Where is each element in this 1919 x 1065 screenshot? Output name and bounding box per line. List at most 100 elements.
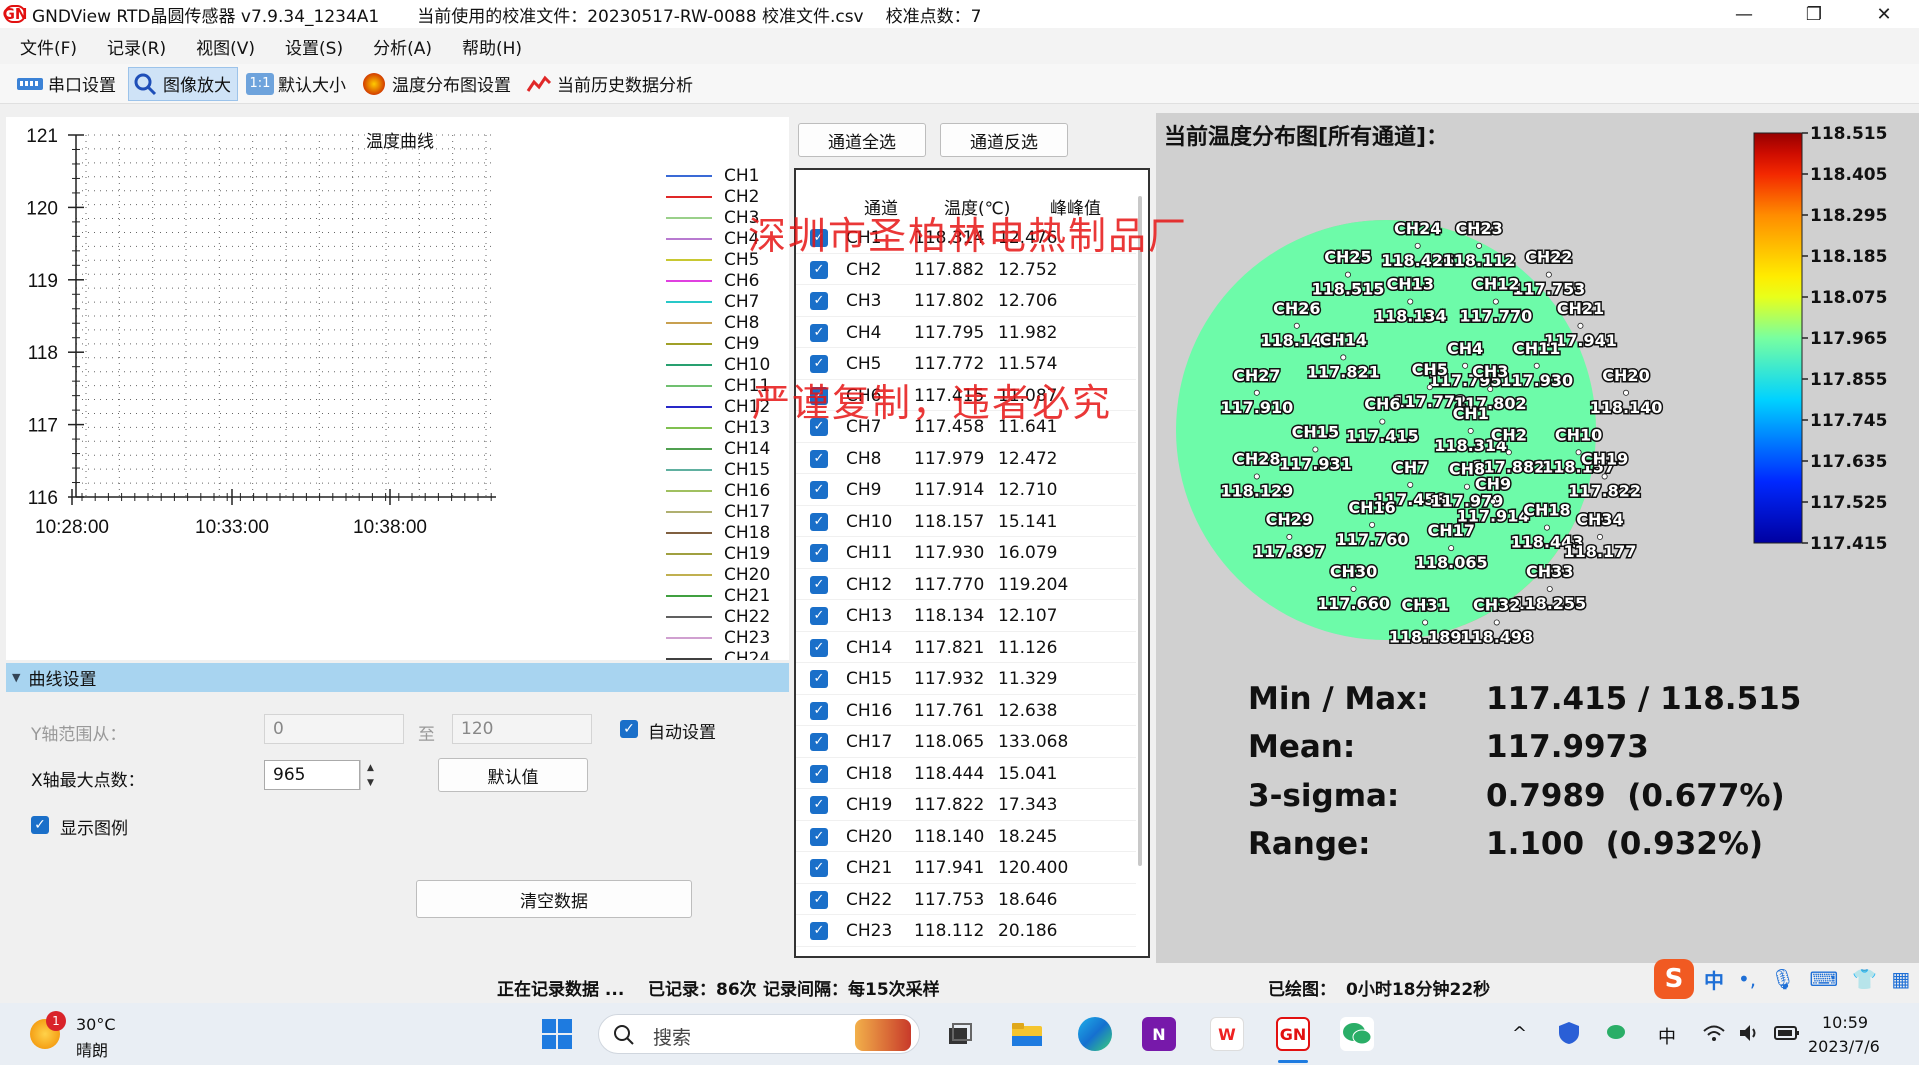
table-row[interactable]: ✓ CH5 117.772 11.574 (796, 348, 1136, 380)
default-size-button[interactable]: 1:1 默认大小 (244, 67, 352, 101)
history-analysis-button[interactable]: 当前历史数据分析 (523, 67, 699, 101)
channel-checkbox[interactable]: ✓ (810, 512, 828, 531)
dist-settings-button[interactable]: 温度分布图设置 (358, 67, 517, 101)
taskbar-search-box[interactable]: 搜索 (598, 1014, 920, 1054)
table-row[interactable]: ✓ CH3 117.802 12.706 (796, 285, 1136, 317)
table-row[interactable]: ✓ CH18 118.444 15.041 (796, 758, 1136, 789)
gndview-app-icon[interactable]: GN (1276, 1017, 1310, 1051)
table-row[interactable]: ✓ CH7 117.458 11.641 (796, 411, 1136, 443)
sensor-value: 118.134 (1374, 307, 1447, 326)
ime-skin-icon[interactable]: 👕 (1852, 967, 1877, 991)
volume-icon[interactable] (1738, 1023, 1762, 1048)
ime-punctuation-icon[interactable]: •, (1738, 967, 1756, 991)
channel-checkbox[interactable]: ✓ (810, 827, 828, 846)
channel-checkbox[interactable]: ✓ (810, 575, 828, 594)
channel-checkbox[interactable]: ✓ (810, 764, 828, 783)
menu-file[interactable]: 文件(F) (20, 34, 77, 59)
x-max-points-stepper[interactable]: ▲ ▼ (360, 760, 380, 790)
wechat-tray-icon[interactable] (1606, 1023, 1630, 1048)
close-button[interactable]: ✕ (1849, 0, 1919, 28)
x-max-points-input[interactable]: 965 (264, 760, 360, 790)
channel-checkbox[interactable]: ✓ (810, 733, 828, 751)
sogou-ime-icon[interactable]: S (1654, 959, 1694, 999)
ime-chinese-mode[interactable]: 中 (1704, 965, 1724, 994)
show-legend-checkbox[interactable]: ✓ (31, 816, 49, 834)
table-row[interactable]: ✓ CH22 117.753 18.646 (796, 884, 1136, 915)
channel-checkbox[interactable]: ✓ (810, 418, 828, 436)
channel-checkbox[interactable]: ✓ (810, 859, 828, 877)
table-row[interactable]: ✓ CH16 117.761 12.638 (796, 695, 1136, 726)
invert-channels-button[interactable]: 通道反选 (940, 123, 1068, 157)
wechat-icon[interactable] (1340, 1017, 1374, 1051)
table-row[interactable]: ✓ CH23 118.112 20.186 (796, 915, 1136, 947)
clock-date[interactable]: 2023/7/6 (1808, 1037, 1880, 1056)
channel-checkbox[interactable]: ✓ (810, 449, 828, 468)
table-row[interactable]: ✓ CH15 117.932 11.329 (796, 663, 1136, 695)
table-row[interactable]: ✓ CH1 118.314 12.476 (796, 222, 1136, 254)
wps-icon[interactable]: W (1210, 1017, 1244, 1051)
channel-checkbox[interactable]: ✓ (810, 670, 828, 688)
ime-indicator[interactable]: 中 (1658, 1023, 1676, 1049)
curve-settings-header[interactable]: ▼ 曲线设置 (6, 663, 789, 692)
y-range-to-input[interactable]: 120 (452, 714, 592, 744)
table-row[interactable]: ✓ CH6 117.415 11.087 (796, 380, 1136, 411)
ime-more-icon[interactable]: ▦ (1891, 967, 1910, 991)
table-row[interactable]: ✓ CH21 117.941 120.400 (796, 852, 1136, 884)
table-row[interactable]: ✓ CH10 118.157 15.141 (796, 506, 1136, 537)
channel-checkbox[interactable]: ✓ (810, 481, 828, 499)
menu-analysis[interactable]: 分析(A) (373, 34, 432, 59)
table-row[interactable]: ✓ CH8 117.979 12.472 (796, 443, 1136, 474)
file-explorer-icon[interactable] (1010, 1017, 1044, 1051)
edge-browser-icon[interactable] (1078, 1017, 1112, 1051)
channel-checkbox[interactable]: ✓ (810, 229, 828, 247)
table-row[interactable]: ✓ CH9 117.914 12.710 (796, 474, 1136, 506)
channel-checkbox[interactable]: ✓ (810, 323, 828, 342)
channel-checkbox[interactable]: ✓ (810, 796, 828, 814)
y-range-from-input[interactable]: 0 (264, 714, 404, 744)
table-row[interactable]: ✓ CH14 117.821 11.126 (796, 632, 1136, 663)
table-row[interactable]: ✓ CH2 117.882 12.752 (796, 254, 1136, 285)
channel-checkbox[interactable]: ✓ (810, 544, 828, 562)
menu-record[interactable]: 记录(R) (107, 34, 166, 59)
auto-set-checkbox[interactable]: ✓ (620, 720, 638, 738)
channel-checkbox[interactable]: ✓ (810, 355, 828, 373)
table-row[interactable]: ✓ CH19 117.822 17.343 (796, 789, 1136, 821)
restore-button[interactable]: ❐ (1779, 0, 1849, 28)
onenote-icon[interactable]: N (1142, 1017, 1176, 1051)
table-row[interactable]: ✓ CH17 118.065 133.068 (796, 726, 1136, 758)
channel-checkbox[interactable]: ✓ (810, 922, 828, 940)
table-row[interactable]: ✓ CH4 117.795 11.982 (796, 317, 1136, 348)
stepper-up-icon[interactable]: ▲ (367, 763, 374, 773)
serial-settings-button[interactable]: 串口设置 (14, 67, 122, 101)
select-all-channels-button[interactable]: 通道全选 (798, 123, 926, 157)
clock-time[interactable]: 10:59 (1822, 1013, 1868, 1032)
tray-expand-icon[interactable]: ^ (1512, 1023, 1527, 1044)
security-shield-icon[interactable] (1558, 1021, 1580, 1050)
clear-data-button[interactable]: 清空数据 (416, 880, 692, 918)
channel-checkbox[interactable]: ✓ (810, 386, 828, 405)
zoom-image-button[interactable]: 图像放大 (128, 66, 238, 101)
ime-keyboard-icon[interactable]: ⌨ (1810, 967, 1839, 991)
channel-checkbox[interactable]: ✓ (810, 701, 828, 720)
battery-icon[interactable] (1774, 1025, 1800, 1046)
table-scrollbar[interactable] (1138, 196, 1142, 866)
channel-checkbox[interactable]: ✓ (810, 638, 828, 657)
task-view-icon[interactable] (942, 1017, 976, 1051)
channel-checkbox[interactable]: ✓ (810, 292, 828, 310)
minimize-button[interactable]: — (1709, 0, 1779, 28)
windows-start-icon[interactable] (540, 1017, 574, 1051)
table-row[interactable]: ✓ CH12 117.770 119.204 (796, 569, 1136, 600)
menu-view[interactable]: 视图(V) (196, 34, 255, 59)
wifi-icon[interactable] (1702, 1023, 1726, 1048)
table-row[interactable]: ✓ CH20 118.140 18.245 (796, 821, 1136, 852)
stepper-down-icon[interactable]: ▼ (367, 778, 374, 788)
table-row[interactable]: ✓ CH13 118.134 12.107 (796, 600, 1136, 632)
channel-checkbox[interactable]: ✓ (810, 607, 828, 625)
default-value-button[interactable]: 默认值 (438, 758, 588, 792)
ime-voice-icon[interactable]: 🎙 (1770, 967, 1795, 991)
table-row[interactable]: ✓ CH11 117.930 16.079 (796, 537, 1136, 569)
channel-checkbox[interactable]: ✓ (810, 260, 828, 279)
menu-help[interactable]: 帮助(H) (462, 34, 522, 59)
menu-settings[interactable]: 设置(S) (285, 34, 343, 59)
channel-checkbox[interactable]: ✓ (810, 890, 828, 909)
